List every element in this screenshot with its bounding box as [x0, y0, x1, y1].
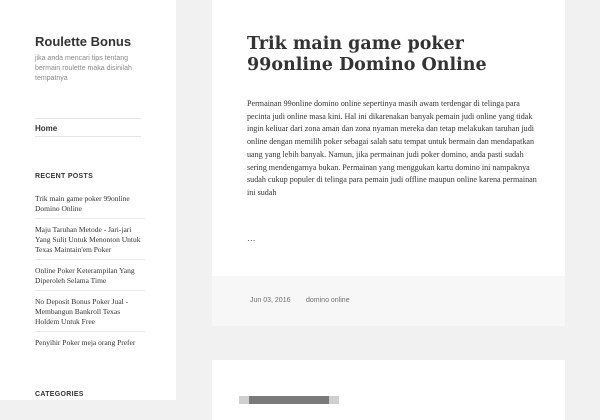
recent-post-link[interactable]: Maju Taruhan Metode - Jari-jari Yang Sul…	[35, 223, 145, 260]
post-title[interactable]: Trik main game poker 99online Domino Onl…	[247, 34, 537, 76]
post-date[interactable]: Jun 03, 2016	[250, 297, 290, 304]
post-excerpt: Permainan 99online domino online seperti…	[247, 99, 537, 197]
recent-posts-heading: RECENT POSTS	[35, 173, 94, 180]
recent-posts-list: Trik main game poker 99online Domino Onl…	[35, 192, 145, 356]
post-category[interactable]: domino online	[306, 297, 350, 304]
recent-post-link[interactable]: No Deposit Bonus Poker Jual - Membangun …	[35, 295, 145, 332]
next-post-card	[212, 360, 565, 420]
recent-post-link[interactable]: Trik main game poker 99online Domino Onl…	[35, 192, 145, 219]
post-card: Trik main game poker 99online Domino Onl…	[212, 0, 565, 326]
recent-post-link[interactable]: Online Poker Keterampilan Yang Diperoleh…	[35, 264, 145, 291]
site-description: jika anda mencari tips tentang bermain r…	[35, 55, 132, 82]
sidebar: Roulette Bonus jika anda mencari tips te…	[0, 0, 176, 400]
thumbnail-image	[249, 396, 329, 404]
main-navigation: Home	[35, 118, 141, 137]
recent-post-link[interactable]: Penyihir Poker meja orang Prefer	[35, 336, 145, 352]
read-more-link[interactable]: …	[247, 233, 256, 243]
site-title[interactable]: Roulette Bonus	[35, 34, 131, 49]
post-meta: Jun 03, 2016 domino online	[212, 276, 565, 326]
categories-heading: CATEGORIES	[35, 391, 84, 398]
post-thumbnail[interactable]	[239, 396, 339, 404]
nav-item-home[interactable]: Home	[35, 124, 57, 133]
